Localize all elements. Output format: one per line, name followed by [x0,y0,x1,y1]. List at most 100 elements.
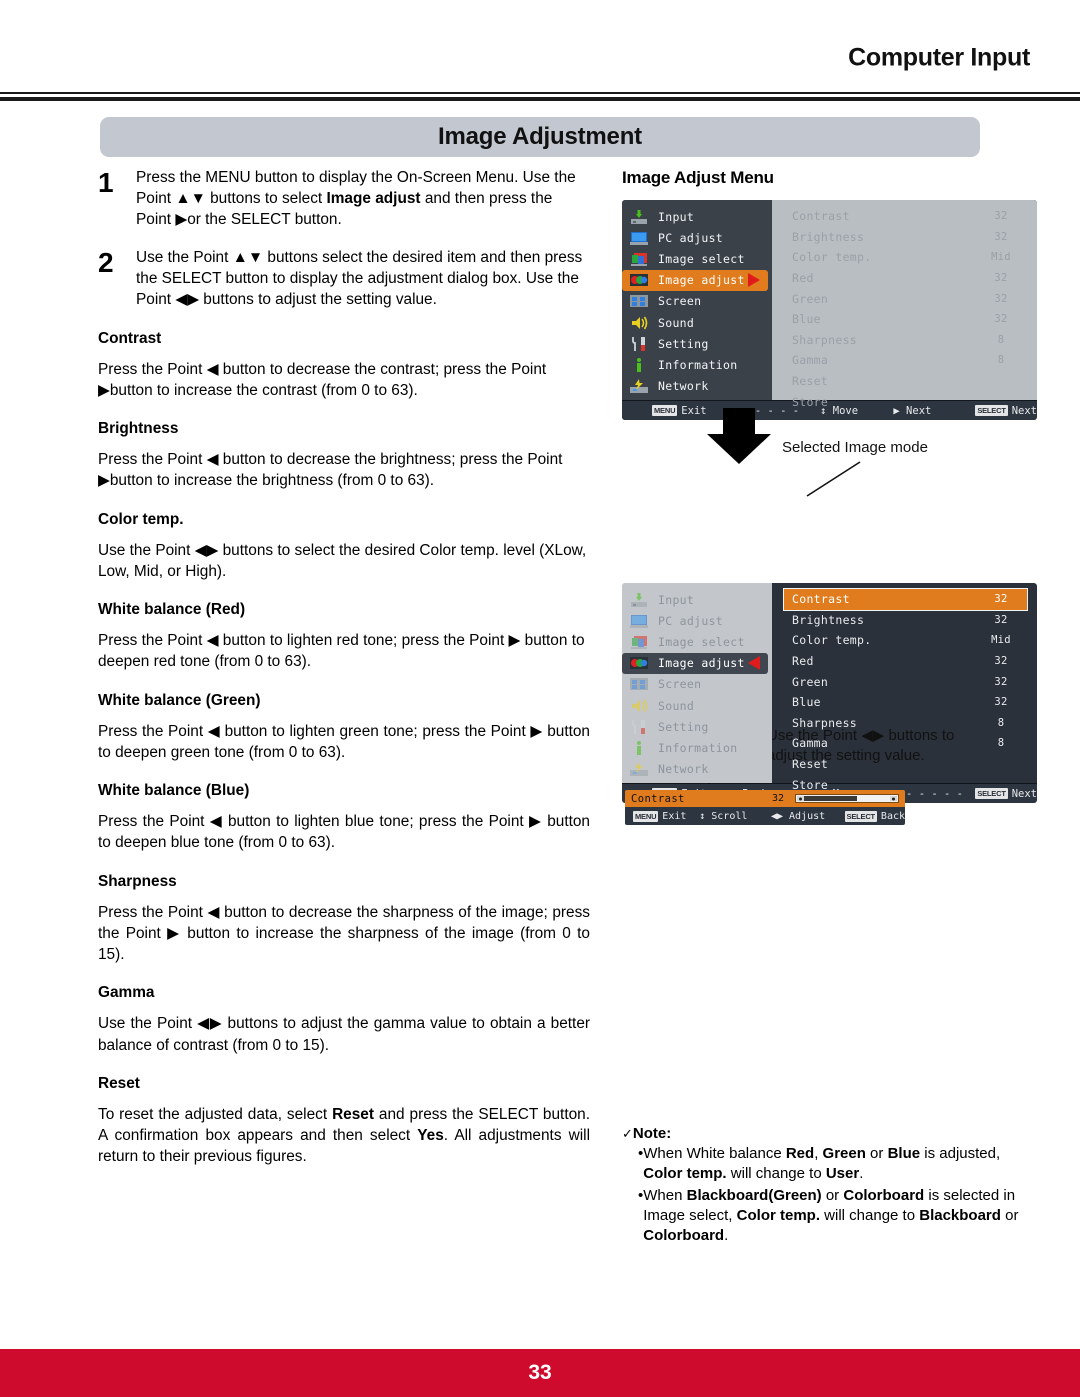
osd-item-name: Green [792,291,829,306]
dialog-footer-bar: MENU Exit ↕ Scroll ◀▶ Adjust SELECT Back [625,807,905,825]
osd-sidebar-item-network[interactable]: Network [622,759,772,780]
osd-item-row[interactable]: Green 32 [784,671,1027,692]
image-select-icon [628,634,650,650]
dialog-slider-left-stop[interactable] [797,796,804,801]
note-block: ✓Note: • When White balance Red, Green or… [622,1125,1042,1246]
osd-sidebar-item-label: Information [658,740,738,755]
section-title: Image Adjustment [438,123,642,150]
note-heading-text: Note: [632,1125,672,1142]
osd-item-name: Green [792,674,829,689]
osd-sidebar-item-input[interactable]: Input [622,589,772,610]
setting-description: To reset the adjusted data, select Reset… [98,1105,590,1166]
osd-item-value: 32 [994,613,1008,626]
note-item: • When White balance Red, Green or Blue i… [622,1144,1042,1184]
osd-sidebar-item-sound[interactable]: Sound [622,695,772,716]
osd-sidebar-item-label: Image select [658,251,745,266]
image-select-icon [628,251,650,267]
dialog-slider-track[interactable] [795,794,899,803]
osd-item-value: 32 [994,313,1008,326]
osd-sidebar-item-label: Image adjust [658,273,745,288]
setting-heading: Brightness [98,420,179,438]
osd-item-row[interactable]: Sharpness 8 [784,330,1027,351]
instruction-step: 1 Press the MENU button to display the On… [98,168,590,231]
setting-description: Press the Point ◀ button to lighten blue… [98,813,590,852]
osd-sidebar-item-label: Sound [658,698,695,713]
step-number: 1 [98,167,114,198]
osd-item-name: Brightness [792,612,865,627]
osd-sidebar-item-screen[interactable]: Screen [622,291,772,312]
osd-sidebar-item-input[interactable]: Input [622,206,772,227]
osd-sidebar-item-label: Information [658,357,738,372]
adjust-hint-text: Use the Point ◀▶ buttons to adjust the s… [767,727,955,765]
osd-sidebar-item-pc-adjust[interactable]: PC adjust [622,227,772,248]
image-adjust-icon [628,272,650,288]
monitor-icon [628,230,650,246]
osd-item-row[interactable]: Blue 32 [784,692,1027,713]
osd-item-row[interactable]: Store [784,391,1027,412]
dialog-footer-hint: SELECT Back [844,810,905,822]
osd-sidebar-item-information[interactable]: Information [622,737,772,758]
osd-item-value: 8 [997,354,1005,367]
osd-sidebar-item-setting[interactable]: Setting [622,716,772,737]
dialog-footer-hint-label: ↕ Scroll [699,810,748,822]
tools-icon [628,336,650,352]
input-icon [628,592,650,608]
setting-heading: Reset [98,1074,140,1092]
dialog-slider-right-stop[interactable] [890,796,897,801]
osd-item-name: Red [792,271,814,286]
osd-item-row[interactable]: Reset [784,371,1027,392]
osd-sidebar-item-label: Network [658,379,709,394]
osd-menu-image-adjust: Input PC adjust Image select Image adjus… [622,583,1037,803]
osd-sidebar-item-setting[interactable]: Setting [622,333,772,354]
osd-item-row[interactable]: Contrast 32 [783,588,1028,611]
osd-footer-hint-label: Exit [681,404,707,417]
osd-sidebar-item-image-adjust[interactable]: Image adjust [622,652,768,674]
setting-description: Press the Point ◀ button to lighten red … [98,632,585,671]
image-adjust-icon [628,655,650,671]
osd-sidebar-item-label: Network [658,762,709,777]
osd-sidebar-item-image-select[interactable]: Image select [622,248,772,269]
osd-item-row[interactable]: Brightness 32 [784,610,1027,631]
osd-sidebar-item-label: PC adjust [658,230,724,245]
osd-item-row[interactable]: Gamma 8 [784,350,1027,371]
osd-sidebar-item-network[interactable]: Network [622,376,772,397]
osd-item-row[interactable]: Blue 32 [784,309,1027,330]
osd-item-value: 8 [997,716,1005,729]
osd-item-row[interactable]: Red 32 [784,268,1027,289]
dialog-footer-hint: ◀▶ Adjust [771,811,845,822]
dialog-slider-fill [804,796,858,801]
osd-item-name: Contrast [792,209,850,224]
osd-item-value: 32 [994,272,1008,285]
osd-sidebar-item-label: PC adjust [658,613,724,628]
osd-item-row[interactable]: Red 32 [784,651,1027,672]
osd-sidebar-item-label: Sound [658,315,695,330]
osd-sidebar-item-pc-adjust[interactable]: PC adjust [622,610,772,631]
speaker-icon [628,698,650,714]
osd-sidebar-item-image-adjust[interactable]: Image adjust [622,269,768,291]
setting-heading: Sharpness [98,872,177,890]
setting-heading: White balance (Green) [98,691,261,709]
monitor-icon [628,613,650,629]
osd-item-row[interactable]: Color temp. Mid [784,247,1027,268]
osd-sidebar-item-label: Screen [658,677,702,692]
osd-sidebar-item-image-select[interactable]: Image select [622,631,772,652]
section-banner: Image Adjustment [100,117,980,157]
osd-item-row[interactable]: Contrast 32 [784,206,1027,227]
osd-item-row[interactable]: Green 32 [784,288,1027,309]
osd-sidebar-item-sound[interactable]: Sound [622,312,772,333]
osd-section-title: Image Adjust Menu [622,168,774,187]
osd-illustration-column: Image Adjust Menu Input PC adjust Image … [622,168,1042,825]
osd-item-row[interactable]: Brightness 32 [784,227,1027,248]
osd1-item-list: Contrast 32 Brightness 32 Color temp. Mid Red 3… [772,200,1037,409]
osd-item-row[interactable]: Color temp. Mid [784,630,1027,651]
dialog-footer-hint: ↕ Scroll [699,811,771,822]
osd-sidebar-item-label: Setting [658,719,709,734]
note-item: • When Blackboard(Green) or Colorboard is… [622,1186,1042,1246]
osd-sidebar-item-screen[interactable]: Screen [622,674,772,695]
osd-sidebar-item-information[interactable]: Information [622,354,772,375]
osd-sidebar-item-label: Image select [658,634,745,649]
arrow-right-icon [748,273,760,288]
osd-item-name: Gamma [792,353,829,368]
setting-description: Press the Point ◀ button to decrease the… [98,903,590,964]
osd-item-value: 8 [997,737,1005,750]
